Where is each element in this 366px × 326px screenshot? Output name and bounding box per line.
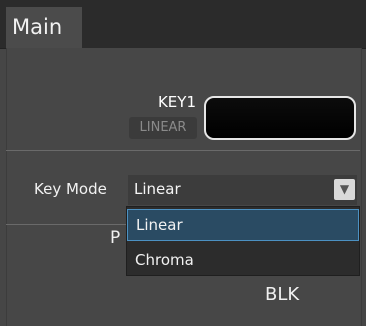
option-chroma-label: Chroma bbox=[135, 251, 194, 269]
option-linear[interactable]: Linear bbox=[127, 209, 359, 241]
key-mode-select[interactable]: Linear ▼ bbox=[128, 175, 357, 205]
tab-strip: Main bbox=[0, 0, 366, 49]
option-chroma[interactable]: Chroma bbox=[127, 244, 359, 276]
key-mode-select-value: Linear bbox=[134, 180, 181, 198]
key-title: KEY1 bbox=[157, 93, 196, 111]
tab-main-label: Main bbox=[12, 15, 63, 39]
chevron-down-icon[interactable]: ▼ bbox=[334, 179, 355, 200]
tab-main[interactable]: Main bbox=[6, 7, 82, 48]
partial-label-p: P bbox=[110, 228, 121, 248]
option-linear-label: Linear bbox=[136, 216, 183, 234]
blk-label: BLK bbox=[265, 284, 300, 305]
main-window: Main KEY1 LINEAR Key Mode Linear ▼ P Lin… bbox=[0, 0, 366, 326]
key-mode-dropdown: Linear Chroma bbox=[126, 206, 360, 276]
section-divider bbox=[6, 150, 360, 151]
key1-button[interactable] bbox=[204, 96, 356, 140]
key-mode-badge: LINEAR bbox=[129, 117, 197, 139]
key-mode-label: Key Mode bbox=[34, 180, 107, 198]
